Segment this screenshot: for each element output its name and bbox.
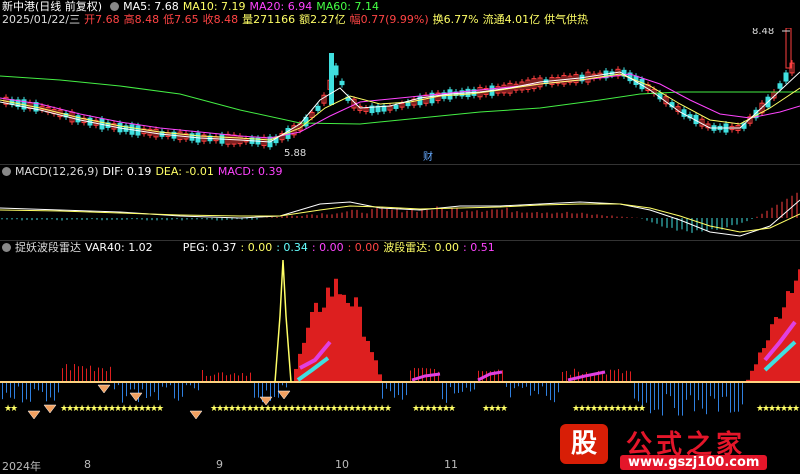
dea-line: [0, 203, 800, 233]
candle: [411, 96, 417, 109]
header-bar: 新中港(日线 前复权) MA5: 7.68 MA10: 7.19 MA20: 6.94…: [0, 0, 383, 14]
xaxis-month-11: 11: [444, 458, 458, 471]
stock-title[interactable]: 新中港(日线 前复权): [2, 0, 102, 13]
ma20-value: MA20: 6.94: [249, 0, 313, 13]
quote-bar: 2025/01/22/三 开7.68 高8.48 低7.65 收8.48 量271166 额…: [0, 13, 592, 27]
radar-v4: : 0.00: [347, 241, 380, 254]
xaxis-year: 2024年: [2, 460, 41, 473]
candle: [273, 134, 279, 146]
macd-title[interactable]: MACD(12,26,9): [15, 165, 99, 178]
xaxis-month-8: 8: [84, 458, 91, 471]
radar-settings-icon[interactable]: [2, 243, 11, 252]
candle: [369, 103, 375, 116]
finance-marker[interactable]: 财: [423, 150, 433, 163]
radar-v3: : 0.00: [311, 241, 344, 254]
quote-high: 高8.48: [123, 13, 160, 26]
quote-open: 开7.68: [84, 13, 120, 26]
quote-volume: 量271166: [242, 13, 296, 26]
quote-amount: 额2.27亿: [299, 13, 346, 26]
radar-v5: : 0.51: [463, 241, 495, 254]
candle: [339, 78, 345, 88]
radar-peg: PEG: 0.37: [182, 241, 237, 254]
xaxis-month-9: 9: [216, 458, 223, 471]
quote-float: 流通4.01亿: [482, 13, 541, 26]
quote-concept: 供气供热: [544, 13, 589, 26]
svg-text:★: ★: [448, 404, 456, 414]
macd-dif: DIF: 0.19: [102, 165, 152, 178]
price-low-label: 5.88: [284, 148, 306, 159]
svg-text:★: ★: [10, 404, 18, 414]
site-logo: 股 公式之家 www.gszj100.com: [552, 422, 792, 472]
svg-text:★: ★: [500, 404, 508, 414]
svg-text:★: ★: [792, 404, 800, 414]
quote-change: 幅0.77(9.99%): [349, 13, 429, 26]
settings-icon[interactable]: [110, 2, 120, 11]
quote-low: 低7.65: [163, 13, 199, 26]
radar-yellow-spike: [274, 259, 292, 383]
svg-text:★: ★: [156, 404, 164, 414]
quote-turnover: 换6.77%: [432, 13, 479, 26]
xaxis-month-10: 10: [335, 458, 349, 471]
radar-title[interactable]: 捉妖波段雷达: [15, 241, 81, 254]
macd-chart[interactable]: [0, 180, 800, 240]
svg-text:★: ★: [638, 404, 646, 414]
svg-text:★: ★: [384, 404, 392, 414]
quote-close: 收8.48: [202, 13, 239, 26]
radar-header: 捉妖波段雷达 VAR40: 1.02 PEG: 0.37: 0.00: 0.34: …: [0, 241, 499, 255]
macd-header: MACD(12,26,9) DIF: 0.19 DEA: -0.01 MACD: 0.…: [0, 165, 287, 179]
candle: [387, 103, 393, 114]
price-high-label: 8.48: [752, 28, 774, 37]
price-chart[interactable]: 8.48 5.88 财: [0, 28, 800, 163]
ma10-value: MA10: 7.19: [182, 0, 246, 13]
candle: [321, 92, 327, 107]
ma60-line: [0, 75, 800, 125]
candle: [333, 62, 339, 78]
logo-mark: 股: [560, 424, 608, 464]
candle: [783, 69, 789, 85]
radar-v2: : 0.34: [276, 241, 308, 254]
candle: [363, 105, 369, 115]
radar-var40: VAR40: 1.02: [85, 241, 153, 254]
macd-dea: DEA: -0.01: [155, 165, 214, 178]
ma5-value: MA5: 7.68: [123, 0, 179, 13]
macd-value: MACD: 0.39: [217, 165, 283, 178]
macd-settings-icon[interactable]: [2, 167, 11, 176]
candle: [279, 130, 285, 143]
dif-line: [0, 199, 800, 237]
candle: [381, 102, 387, 115]
candle: [375, 103, 381, 115]
ma60-value: MA60: 7.14: [316, 0, 379, 13]
radar-v1: : 0.00: [240, 241, 273, 254]
logo-url: www.gszj100.com: [620, 455, 768, 470]
radar-wave: 波段雷达: 0.00: [383, 241, 460, 254]
quote-date: 2025/01/22/三: [2, 13, 81, 26]
